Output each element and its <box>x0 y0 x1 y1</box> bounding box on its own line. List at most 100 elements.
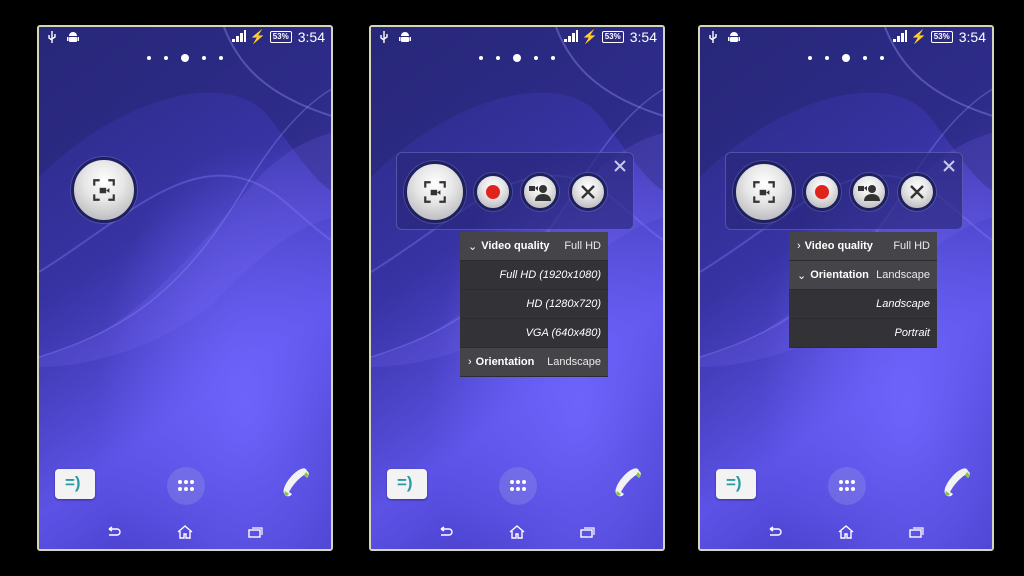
camera-person-icon <box>858 185 880 201</box>
page-dot[interactable] <box>496 56 500 60</box>
screen-record-icon <box>751 179 777 205</box>
battery-indicator: 53% <box>930 31 953 43</box>
settings-menu: ⌄ Video quality Full HD Full HD (1920x108… <box>460 232 608 377</box>
orientation-header[interactable]: › Orientation Landscape <box>460 348 608 377</box>
messaging-icon: =) <box>726 473 742 492</box>
video-quality-value: Full HD <box>893 240 930 252</box>
phone-app[interactable] <box>277 467 313 503</box>
page-dot[interactable] <box>534 56 538 60</box>
back-icon[interactable] <box>767 526 783 538</box>
recents-icon[interactable] <box>908 526 925 538</box>
page-dot[interactable] <box>164 56 168 60</box>
home-icon[interactable] <box>177 525 193 539</box>
app-drawer-icon <box>839 480 855 491</box>
phone-icon <box>944 468 970 497</box>
option-full-hd[interactable]: Full HD (1920x1080) <box>460 261 608 290</box>
home-icon[interactable] <box>838 525 854 539</box>
page-dot[interactable] <box>147 56 151 60</box>
page-dot[interactable] <box>863 56 867 60</box>
page-dot-active[interactable] <box>842 54 850 62</box>
chevron-right-icon: › <box>468 356 472 368</box>
recorder-toolbar <box>725 152 963 230</box>
camera-overlay-button[interactable] <box>521 173 559 211</box>
tools-icon <box>581 185 595 199</box>
recents-icon[interactable] <box>247 526 264 538</box>
option-landscape[interactable]: Landscape <box>789 290 937 319</box>
page-dot[interactable] <box>825 56 829 60</box>
home-page-indicator <box>371 54 663 62</box>
orientation-value: Landscape <box>547 356 601 368</box>
usb-icon <box>708 31 718 49</box>
app-drawer-icon <box>178 480 194 491</box>
messaging-app[interactable]: =) <box>387 469 427 499</box>
usb-icon <box>47 31 57 49</box>
close-icon[interactable] <box>942 159 956 173</box>
navigation-bar <box>371 515 663 549</box>
option-hd[interactable]: HD (1280x720) <box>460 290 608 319</box>
dock: =) <box>39 467 331 507</box>
app-drawer-button[interactable] <box>167 467 205 505</box>
home-page-indicator <box>39 54 331 62</box>
close-icon[interactable] <box>613 159 627 173</box>
page-dot[interactable] <box>551 56 555 60</box>
page-dot-active[interactable] <box>513 54 521 62</box>
lightning-icon: ⚡ <box>249 29 266 44</box>
status-bar: ⚡ 53% 3:54 <box>371 27 663 49</box>
phone-app[interactable] <box>938 467 974 503</box>
status-bar: ⚡ 53% 3:54 <box>39 27 331 49</box>
battery-indicator: 53% <box>269 31 292 43</box>
video-quality-header[interactable]: › Video quality Full HD <box>789 232 937 261</box>
page-dot[interactable] <box>219 56 223 60</box>
back-icon[interactable] <box>438 526 454 538</box>
record-icon <box>815 185 829 199</box>
page-dot[interactable] <box>880 56 884 60</box>
page-dot[interactable] <box>479 56 483 60</box>
lightning-icon: ⚡ <box>581 29 598 44</box>
settings-button[interactable] <box>898 173 936 211</box>
clock: 3:54 <box>629 29 657 45</box>
option-vga[interactable]: VGA (640x480) <box>460 319 608 348</box>
record-button[interactable] <box>803 173 841 211</box>
video-quality-header[interactable]: ⌄ Video quality Full HD <box>460 232 608 261</box>
record-button[interactable] <box>474 173 512 211</box>
messaging-icon: =) <box>397 473 413 492</box>
camera-overlay-button[interactable] <box>850 173 888 211</box>
messaging-app[interactable]: =) <box>55 469 95 499</box>
clock: 3:54 <box>297 29 325 45</box>
screen-record-button[interactable] <box>733 161 795 223</box>
page-dot-active[interactable] <box>181 54 189 62</box>
android-icon <box>399 31 411 49</box>
navigation-bar <box>39 515 331 549</box>
app-drawer-icon <box>510 480 526 491</box>
android-icon <box>67 31 79 49</box>
status-bar: ⚡ 53% 3:54 <box>700 27 992 49</box>
option-portrait[interactable]: Portrait <box>789 319 937 348</box>
page-dot[interactable] <box>202 56 206 60</box>
app-drawer-button[interactable] <box>828 467 866 505</box>
chevron-down-icon: ⌄ <box>468 240 478 253</box>
orientation-value: Landscape <box>876 269 930 281</box>
phone-app[interactable] <box>609 467 645 503</box>
phone-screen-1: ⚡ 53% 3:54 =) <box>37 25 333 551</box>
page-dot[interactable] <box>808 56 812 60</box>
usb-icon <box>379 31 389 49</box>
home-page-indicator <box>700 54 992 62</box>
home-icon[interactable] <box>509 525 525 539</box>
app-drawer-button[interactable] <box>499 467 537 505</box>
tools-icon <box>910 185 924 199</box>
back-icon[interactable] <box>106 526 122 538</box>
orientation-header[interactable]: ⌄ Orientation Landscape <box>789 261 937 290</box>
settings-button[interactable] <box>569 173 607 211</box>
phone-screen-2: ⚡ 53% 3:54 ⌄ Video quality Full HD Full H… <box>369 25 665 551</box>
settings-menu: › Video quality Full HD ⌄ Orientation Land… <box>789 232 937 348</box>
lightning-icon: ⚡ <box>910 29 927 44</box>
messaging-app[interactable]: =) <box>716 469 756 499</box>
camera-person-icon <box>529 185 551 201</box>
clock: 3:54 <box>958 29 986 45</box>
messaging-icon: =) <box>65 473 81 492</box>
video-quality-value: Full HD <box>564 240 601 252</box>
dock: =) <box>700 467 992 507</box>
floating-record-button[interactable] <box>71 157 137 223</box>
screen-record-button[interactable] <box>404 161 466 223</box>
recents-icon[interactable] <box>579 526 596 538</box>
